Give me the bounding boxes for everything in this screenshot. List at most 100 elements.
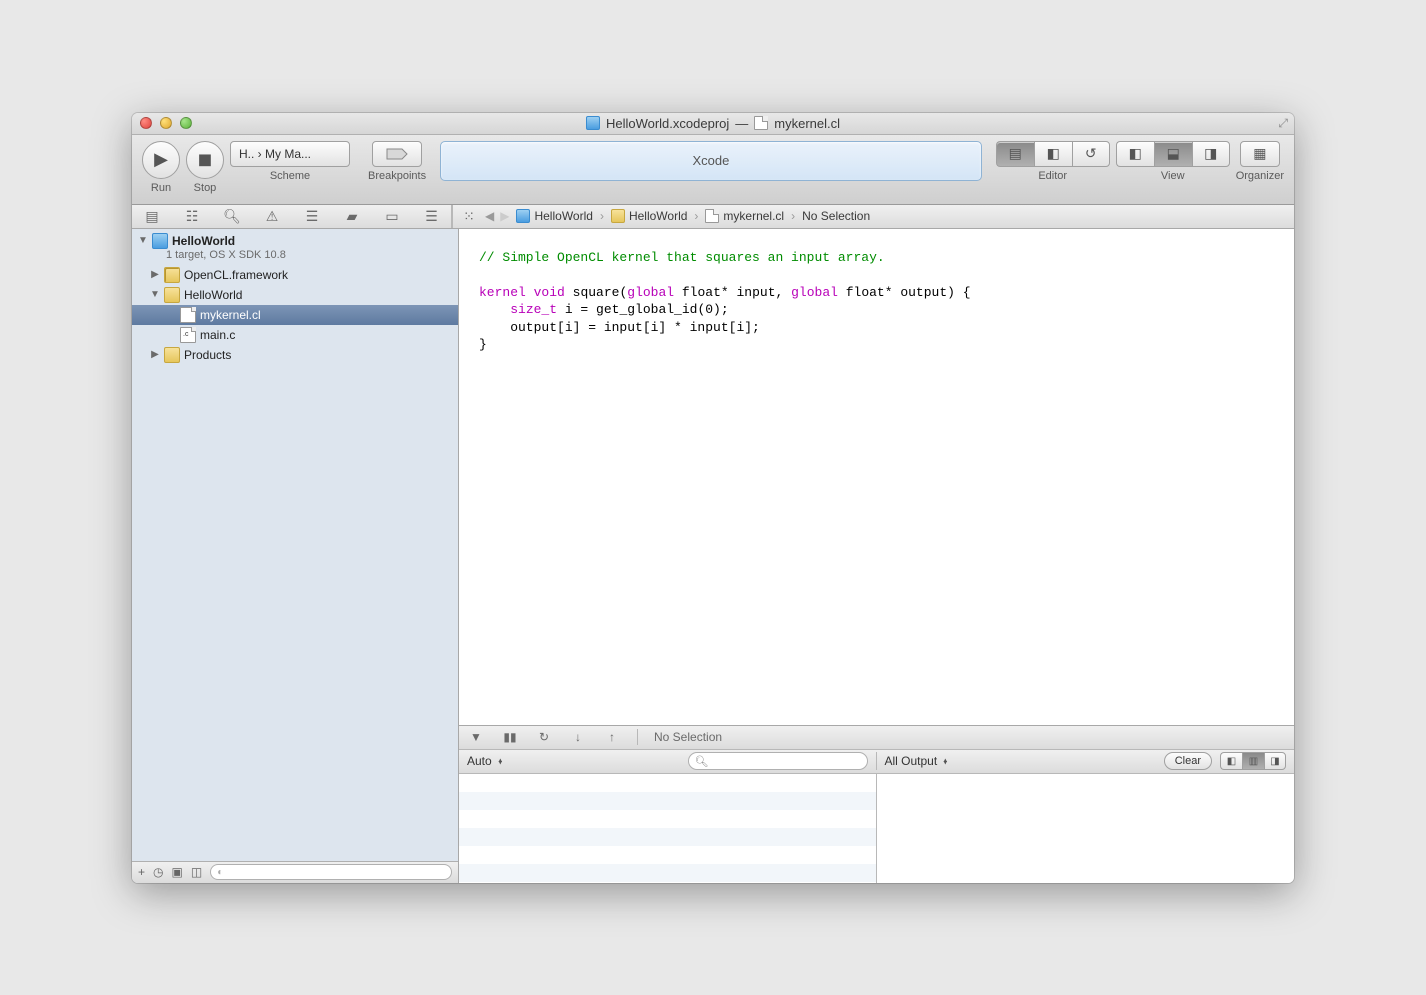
file-icon xyxy=(180,307,196,323)
search-navigator-tab[interactable]: 🔍︎ xyxy=(212,205,252,228)
clear-console-button[interactable]: Clear xyxy=(1164,752,1212,770)
show-variables-only-button[interactable]: ◧ xyxy=(1220,752,1242,770)
document-icon xyxy=(754,116,768,130)
breakpoints-label: Breakpoints xyxy=(368,170,426,182)
project-navigator: ▼ HelloWorld 1 target, OS X SDK 10.8 ▶ O… xyxy=(132,229,459,883)
file-tree[interactable]: ▼ HelloWorld 1 target, OS X SDK 10.8 ▶ O… xyxy=(132,229,458,861)
run-label: Run xyxy=(151,182,171,194)
title-document: mykernel.cl xyxy=(774,116,840,131)
title-project: HelloWorld.xcodeproj xyxy=(606,116,729,131)
tree-item-label: OpenCL.framework xyxy=(184,268,288,282)
jumpbar-file[interactable]: mykernel.cl xyxy=(702,209,787,223)
variables-pane[interactable] xyxy=(459,774,877,883)
run-button[interactable]: ▶ xyxy=(142,141,180,179)
organizer-label: Organizer xyxy=(1236,170,1284,182)
breakpoint-navigator-tab[interactable]: ▭ xyxy=(372,205,412,228)
jumpbar-group[interactable]: HelloWorld xyxy=(608,209,690,223)
source-editor[interactable]: // Simple OpenCL kernel that squares an … xyxy=(459,229,1294,725)
editor-area: // Simple OpenCL kernel that squares an … xyxy=(459,229,1294,883)
window-title: HelloWorld.xcodeproj — mykernel.cl xyxy=(132,116,1294,131)
tree-item-framework[interactable]: ▶ OpenCL.framework xyxy=(132,265,458,285)
breakpoints-button[interactable] xyxy=(372,141,422,167)
project-icon xyxy=(516,209,530,223)
stop-label: Stop xyxy=(194,182,217,194)
project-icon xyxy=(152,233,168,249)
step-over-icon[interactable]: ↻ xyxy=(535,730,553,744)
project-navigator-tab[interactable]: ▤ xyxy=(132,205,172,228)
tree-item-file[interactable]: main.c xyxy=(132,325,458,345)
debug-pane-toggle: ◧ ▥ ◨ xyxy=(1220,752,1286,770)
c-file-icon xyxy=(180,327,196,343)
organizer-button[interactable]: ▦ xyxy=(1240,141,1280,167)
jumpbar-project[interactable]: HelloWorld xyxy=(513,209,595,223)
navigator-filter-bar: + ◷ ▣ ◫ ◐ xyxy=(132,861,458,883)
debug-navigator-tab[interactable]: ▰ xyxy=(332,205,372,228)
recent-icon[interactable]: ◷ xyxy=(153,865,163,879)
debug-panes xyxy=(459,774,1294,883)
show-both-panes-button[interactable]: ▥ xyxy=(1242,752,1264,770)
pause-icon[interactable]: ▮▮ xyxy=(501,730,519,744)
view-label: View xyxy=(1161,170,1185,182)
related-items-icon[interactable]: ⁙ xyxy=(457,208,481,225)
toggle-debug-icon[interactable]: ▼ xyxy=(467,730,485,744)
log-navigator-tab[interactable]: ☰ xyxy=(412,205,452,228)
view-debug-button[interactable]: ⬓ xyxy=(1154,141,1192,167)
tree-item-label: HelloWorld xyxy=(184,288,242,302)
zoom-window-button[interactable] xyxy=(180,117,192,129)
tree-item-label: mykernel.cl xyxy=(200,308,261,322)
symbol-navigator-tab[interactable]: ☷ xyxy=(172,205,212,228)
scheme-selector[interactable]: H.. › My Ma... xyxy=(230,141,350,167)
breakpoint-icon xyxy=(386,148,408,160)
navigator-filter-input[interactable]: ◐ xyxy=(210,864,452,880)
debug-thread-label: No Selection xyxy=(654,730,722,744)
scm-icon[interactable]: ▣ xyxy=(172,865,183,879)
tree-item-folder[interactable]: ▼ HelloWorld xyxy=(132,285,458,305)
test-navigator-tab[interactable]: ☰ xyxy=(292,205,332,228)
debug-area: ▼ ▮▮ ↻ ↓ ↑ No Selection Auto � xyxy=(459,725,1294,883)
variables-scope-selector[interactable]: Auto xyxy=(467,754,503,768)
console-output-selector[interactable]: All Output xyxy=(885,754,949,768)
view-utilities-button[interactable]: ◨ xyxy=(1192,141,1230,167)
debug-toolbar: ▼ ▮▮ ↻ ↓ ↑ No Selection xyxy=(459,726,1294,750)
framework-icon xyxy=(164,267,180,283)
editor-assistant-button[interactable]: ◧ xyxy=(1034,141,1072,167)
variables-search-input[interactable]: 🔍︎ xyxy=(688,752,868,770)
tree-item-products[interactable]: ▶ Products xyxy=(132,345,458,365)
show-console-only-button[interactable]: ◨ xyxy=(1264,752,1286,770)
toolbar: ▶ Run ◼ Stop H.. › My Ma... Scheme Break… xyxy=(132,135,1294,205)
fullscreen-icon[interactable]: ⤢ xyxy=(1278,116,1288,131)
console-pane[interactable] xyxy=(877,774,1294,883)
step-out-icon[interactable]: ↑ xyxy=(603,730,621,744)
activity-view: Xcode xyxy=(440,141,982,181)
tree-project-subtitle: 1 target, OS X SDK 10.8 xyxy=(132,249,458,263)
tree-item-label: main.c xyxy=(200,328,235,342)
titlebar: HelloWorld.xcodeproj — mykernel.cl ⤢ xyxy=(132,113,1294,135)
xcode-window: HelloWorld.xcodeproj — mykernel.cl ⤢ ▶ R… xyxy=(132,113,1294,883)
stop-button[interactable]: ◼ xyxy=(186,141,224,179)
filter-icon[interactable]: ◫ xyxy=(191,865,202,879)
folder-icon xyxy=(164,347,180,363)
jump-bar: ⁙ ◀ ▶ HelloWorld › HelloWorld › mykernel… xyxy=(453,205,1294,228)
editor-standard-button[interactable]: ▤ xyxy=(996,141,1034,167)
tree-item-label: Products xyxy=(184,348,231,362)
issue-navigator-tab[interactable]: ⚠ xyxy=(252,205,292,228)
jumpbar-back-icon[interactable]: ◀ xyxy=(483,209,496,223)
project-icon xyxy=(586,116,600,130)
tree-project-name: HelloWorld xyxy=(172,234,235,248)
minimize-window-button[interactable] xyxy=(160,117,172,129)
step-in-icon[interactable]: ↓ xyxy=(569,730,587,744)
jumpbar-symbol[interactable]: No Selection xyxy=(799,209,873,223)
activity-text: Xcode xyxy=(692,153,729,168)
view-navigator-button[interactable]: ◧ xyxy=(1116,141,1154,167)
editor-version-button[interactable]: ↺ xyxy=(1072,141,1110,167)
close-window-button[interactable] xyxy=(140,117,152,129)
search-icon: 🔍︎ xyxy=(695,755,709,768)
add-icon[interactable]: + xyxy=(138,865,145,879)
tree-item-file-selected[interactable]: mykernel.cl xyxy=(132,305,458,325)
jumpbar-forward-icon[interactable]: ▶ xyxy=(498,209,511,223)
traffic-lights xyxy=(140,117,192,129)
filter-glyph-icon: ◐ xyxy=(217,867,223,878)
folder-icon xyxy=(164,287,180,303)
scheme-label: Scheme xyxy=(270,170,310,182)
tree-project-root[interactable]: ▼ HelloWorld xyxy=(132,231,458,251)
